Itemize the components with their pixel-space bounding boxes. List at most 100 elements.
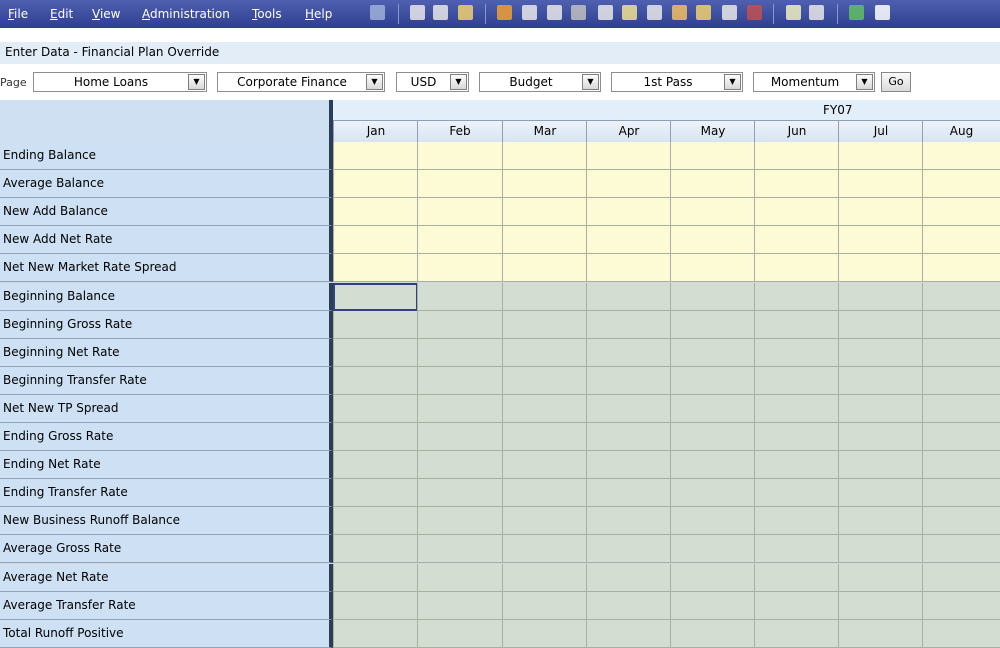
grid-cell[interactable] <box>922 142 1000 170</box>
grid-cell[interactable] <box>838 283 923 311</box>
grid-cell[interactable] <box>586 142 671 170</box>
grid-cell[interactable] <box>922 451 1000 479</box>
grid-cell[interactable] <box>754 283 839 311</box>
grid-cell[interactable] <box>502 367 587 395</box>
grid-icon[interactable] <box>672 5 687 20</box>
grid-cell[interactable] <box>838 507 923 535</box>
grid-cell[interactable] <box>417 170 502 198</box>
grid-cell[interactable] <box>586 451 671 479</box>
grid-cell[interactable] <box>838 451 923 479</box>
grid-cell[interactable] <box>502 339 587 367</box>
grid-cell[interactable] <box>838 339 923 367</box>
edit-icon[interactable] <box>497 5 512 20</box>
grid-cell[interactable] <box>586 395 671 423</box>
grid-cell[interactable] <box>502 198 587 226</box>
grid-cell[interactable] <box>333 451 418 479</box>
grid-cell[interactable] <box>586 367 671 395</box>
grid-cell[interactable] <box>838 311 923 339</box>
grid-cell[interactable] <box>333 283 418 311</box>
menu-item-file[interactable]: File <box>8 7 28 21</box>
grid-cell[interactable] <box>502 423 587 451</box>
pov-dropdown-4[interactable]: Budget ▼ <box>479 72 601 92</box>
grid-cell[interactable] <box>922 564 1000 592</box>
pov-dropdown-2[interactable]: Corporate Finance ▼ <box>217 72 385 92</box>
grid-cell[interactable] <box>333 535 418 563</box>
grid-cell[interactable] <box>670 226 755 254</box>
exit-icon[interactable] <box>849 5 864 20</box>
grid-cell[interactable] <box>586 254 671 282</box>
grid-cell[interactable] <box>922 283 1000 311</box>
grid-cell[interactable] <box>586 507 671 535</box>
grid-cell[interactable] <box>754 311 839 339</box>
grid-cell[interactable] <box>670 592 755 620</box>
grid-cell[interactable] <box>838 592 923 620</box>
grid-cell[interactable] <box>417 311 502 339</box>
pin-icon[interactable] <box>747 5 762 20</box>
grid-cell[interactable] <box>670 564 755 592</box>
grid-cell[interactable] <box>586 620 671 648</box>
grid-cell[interactable] <box>333 564 418 592</box>
copy-icon[interactable] <box>598 5 613 20</box>
grid-cell[interactable] <box>838 142 923 170</box>
grid-cell[interactable] <box>838 198 923 226</box>
grid-cell[interactable] <box>754 479 839 507</box>
grid-cell[interactable] <box>670 198 755 226</box>
grid-cell[interactable] <box>670 311 755 339</box>
grid-cell[interactable] <box>333 592 418 620</box>
grid-cell[interactable] <box>417 423 502 451</box>
grid-cell[interactable] <box>333 395 418 423</box>
grid-cell[interactable] <box>502 620 587 648</box>
grid-cell[interactable] <box>417 226 502 254</box>
grid-cell[interactable] <box>333 142 418 170</box>
grid-cell[interactable] <box>838 226 923 254</box>
grid-cell[interactable] <box>417 198 502 226</box>
grid-cell[interactable] <box>586 226 671 254</box>
grid-cell[interactable] <box>670 507 755 535</box>
grid-cell[interactable] <box>838 367 923 395</box>
grid-cell[interactable] <box>417 339 502 367</box>
grid-cell[interactable] <box>502 535 587 563</box>
grid-cell[interactable] <box>754 142 839 170</box>
chevron-down-icon[interactable]: ▼ <box>856 74 873 90</box>
document-icon[interactable] <box>786 5 801 20</box>
report-icon[interactable] <box>809 5 824 20</box>
menu-item-administration[interactable]: Administration <box>142 7 230 21</box>
grid-cell[interactable] <box>754 198 839 226</box>
grid-cell[interactable] <box>922 592 1000 620</box>
grid-cell[interactable] <box>502 451 587 479</box>
chevron-down-icon[interactable]: ▼ <box>188 74 205 90</box>
grid-cell[interactable] <box>502 395 587 423</box>
grid-cell[interactable] <box>838 535 923 563</box>
grid-cell[interactable] <box>922 254 1000 282</box>
grid-cell[interactable] <box>754 395 839 423</box>
grid-cell[interactable] <box>586 423 671 451</box>
menu-item-tools[interactable]: Tools <box>252 7 282 21</box>
grid-cell[interactable] <box>417 479 502 507</box>
grid-cell[interactable] <box>838 170 923 198</box>
grid-cell[interactable] <box>922 311 1000 339</box>
grid-cell[interactable] <box>417 395 502 423</box>
grid-cell[interactable] <box>670 423 755 451</box>
grid-cell[interactable] <box>502 142 587 170</box>
grid-cell[interactable] <box>333 170 418 198</box>
grid-cell[interactable] <box>586 479 671 507</box>
grid-cell[interactable] <box>754 564 839 592</box>
grid-cell[interactable] <box>333 620 418 648</box>
pov-dropdown-3[interactable]: USD ▼ <box>396 72 469 92</box>
grid-cell[interactable] <box>417 564 502 592</box>
grid-cell[interactable] <box>670 283 755 311</box>
grid-cell[interactable] <box>922 198 1000 226</box>
pov-dropdown-6[interactable]: Momentum ▼ <box>753 72 875 92</box>
menu-item-help[interactable]: Help <box>305 7 332 21</box>
grid-cell[interactable] <box>586 170 671 198</box>
grid-cell[interactable] <box>838 564 923 592</box>
grid-cell[interactable] <box>417 367 502 395</box>
grid-cell[interactable] <box>586 535 671 563</box>
grid-cell[interactable] <box>838 395 923 423</box>
grid-cell[interactable] <box>502 170 587 198</box>
grid-cell[interactable] <box>754 451 839 479</box>
chevron-down-icon[interactable]: ▼ <box>582 74 599 90</box>
grid-cell[interactable] <box>670 142 755 170</box>
grid-cell[interactable] <box>754 423 839 451</box>
settings-icon[interactable] <box>722 5 737 20</box>
